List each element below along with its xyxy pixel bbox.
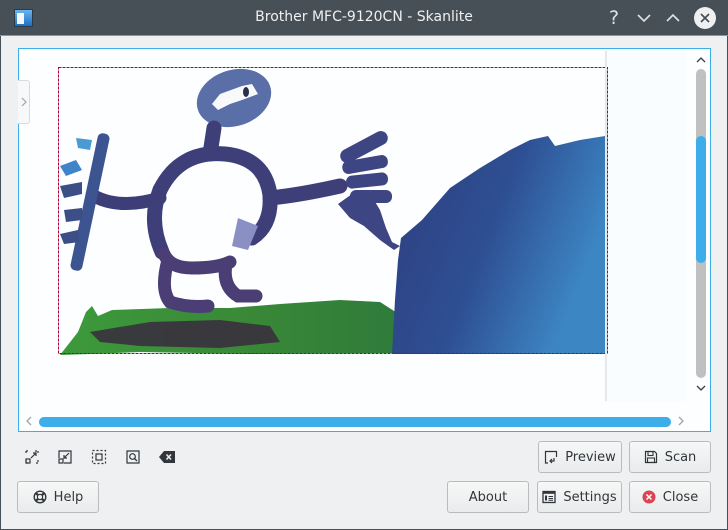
preview-frame xyxy=(18,48,711,432)
title-accent-line xyxy=(0,35,728,36)
settings-button[interactable]: Settings xyxy=(537,481,622,513)
help-question-icon[interactable]: ? xyxy=(603,7,625,29)
scroll-left-arrow-icon[interactable] xyxy=(24,414,34,431)
window-close-button[interactable] xyxy=(694,7,716,29)
preview-button-label: Preview xyxy=(565,449,616,465)
horizontal-scroll-track[interactable] xyxy=(39,417,671,427)
vertical-scroll-handle[interactable] xyxy=(696,136,706,263)
close-button[interactable]: Close xyxy=(629,481,711,513)
help-button[interactable]: Help xyxy=(17,481,99,513)
chevron-up-icon xyxy=(666,13,680,22)
settings-button-label: Settings xyxy=(563,489,617,505)
chevron-right-icon xyxy=(21,97,27,107)
horizontal-scroll-handle[interactable] xyxy=(39,417,671,427)
maximize-button[interactable] xyxy=(662,7,684,29)
scroll-right-arrow-icon[interactable] xyxy=(676,414,686,431)
scan-preview-area[interactable] xyxy=(20,50,686,402)
scan-button-label: Scan xyxy=(664,449,697,465)
zoom-original-icon[interactable] xyxy=(125,449,141,465)
about-button[interactable]: About xyxy=(447,481,529,513)
scan-button[interactable]: Scan xyxy=(629,441,711,473)
horizontal-scrollbar[interactable] xyxy=(20,412,686,430)
scroll-down-arrow-icon[interactable] xyxy=(694,381,708,395)
vertical-scrollbar[interactable] xyxy=(692,50,710,402)
clear-selection-icon[interactable] xyxy=(158,449,176,465)
minimize-button[interactable] xyxy=(633,7,655,29)
preview-icon xyxy=(545,450,558,464)
settings-panel-icon xyxy=(542,490,556,504)
chevron-down-icon xyxy=(637,14,651,23)
preview-button[interactable]: Preview xyxy=(538,441,622,473)
scroll-up-arrow-icon[interactable] xyxy=(694,53,708,67)
close-button-label: Close xyxy=(662,489,699,505)
close-circle-icon xyxy=(642,490,656,504)
scanned-image xyxy=(20,50,608,402)
zoom-to-selection-icon[interactable] xyxy=(24,449,40,465)
zoom-to-fit-icon[interactable] xyxy=(91,449,107,465)
lifebuoy-icon xyxy=(33,490,47,504)
save-disk-icon xyxy=(644,450,657,464)
close-icon xyxy=(700,13,710,23)
title-bar: Brother MFC-9120CN - Skanlite ? xyxy=(0,0,728,36)
zoom-out-icon[interactable] xyxy=(57,449,73,465)
sidebar-toggle-button[interactable] xyxy=(18,80,30,124)
vertical-scroll-track[interactable] xyxy=(696,69,706,378)
help-button-label: Help xyxy=(53,489,84,505)
about-button-label: About xyxy=(468,489,508,505)
paper-edge xyxy=(605,51,607,401)
